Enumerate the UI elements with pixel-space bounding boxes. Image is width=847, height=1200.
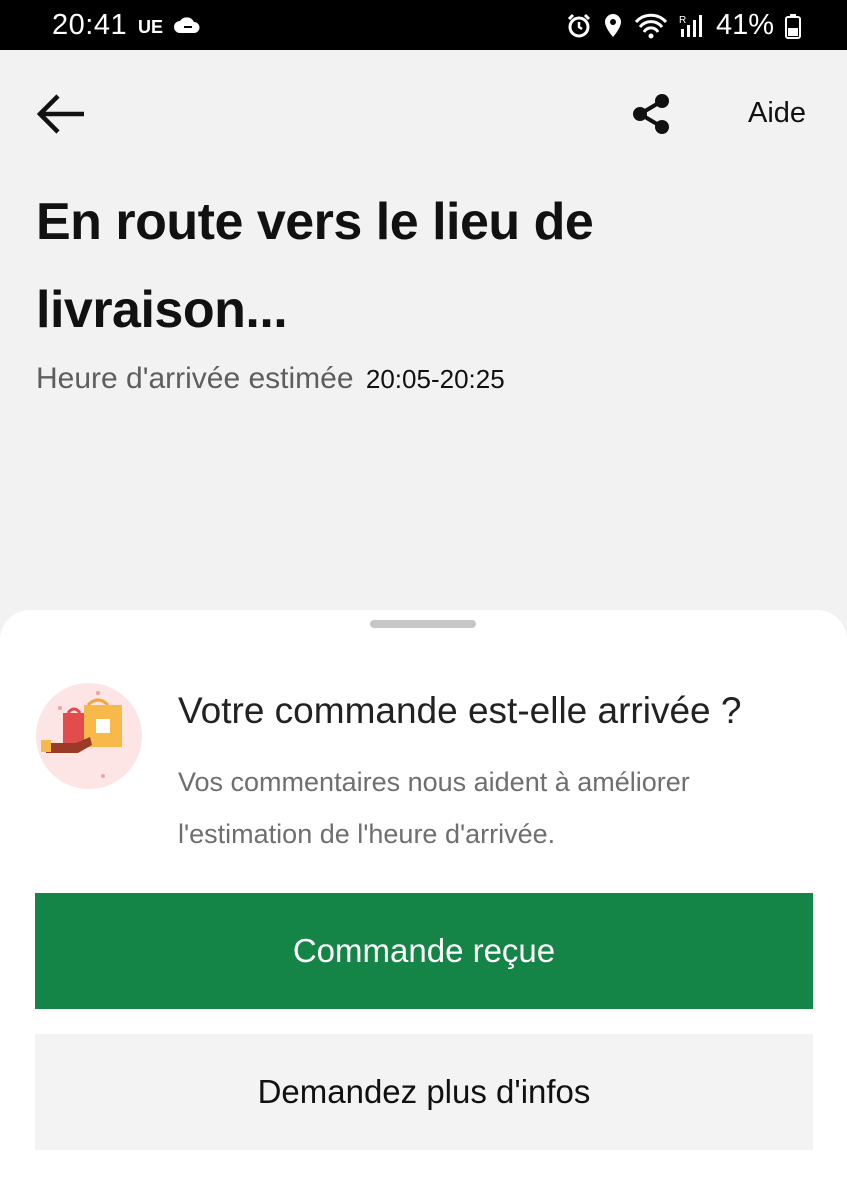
feedback-sheet: Votre commande est-elle arrivée ? Vos co… <box>0 610 847 1200</box>
battery-icon <box>785 13 801 39</box>
sheet-drag-handle[interactable] <box>370 620 476 628</box>
status-bar: 20:41 UE R 41% <box>0 0 847 50</box>
status-time: 20:41 <box>52 9 128 41</box>
feedback-subtitle: Vos commentaires nous aident à améliorer… <box>178 767 690 849</box>
back-button[interactable] <box>36 92 88 136</box>
eta-label: Heure d'arrivée estimée <box>36 362 354 395</box>
signal-icon: R <box>679 13 705 39</box>
arrow-left-icon <box>36 94 84 134</box>
share-button[interactable] <box>628 92 674 136</box>
svg-text:R: R <box>679 15 686 26</box>
status-carrier: UE <box>138 17 164 37</box>
eta-row: Heure d'arrivée estimée 20:05-20:25 <box>36 362 505 396</box>
alarm-icon <box>566 13 592 39</box>
cloud-icon <box>173 15 201 40</box>
help-link[interactable]: Aide <box>748 97 806 130</box>
eta-time: 20:05-20:25 <box>365 364 505 394</box>
more-info-button[interactable]: Demandez plus d'infos <box>35 1034 813 1150</box>
location-icon <box>603 13 623 39</box>
share-icon <box>633 94 669 134</box>
page-title: En route vers le lieu de livraison... <box>36 193 594 339</box>
battery-percent: 41% <box>715 9 774 41</box>
wifi-icon <box>634 13 668 39</box>
feedback-question: Votre commande est-elle arrivée ? <box>178 690 742 731</box>
order-received-button[interactable]: Commande reçue <box>35 893 813 1009</box>
shopping-bags-icon <box>36 683 142 789</box>
